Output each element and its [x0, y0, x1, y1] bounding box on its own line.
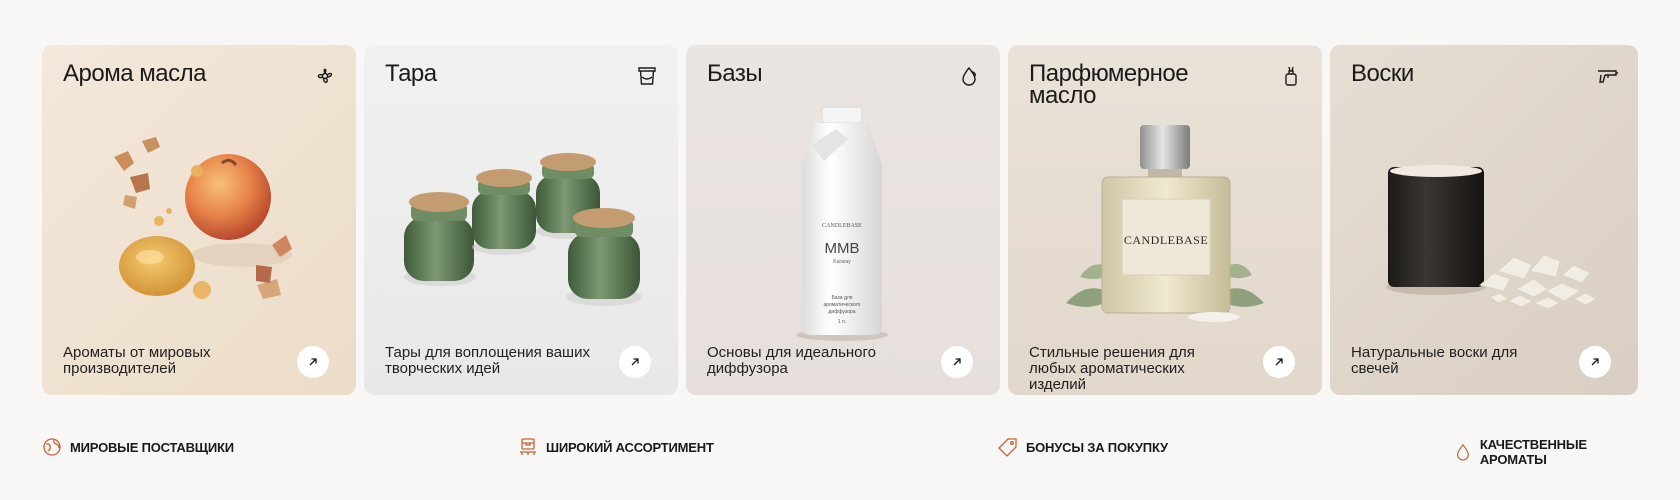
card-description: Ароматы от мировых производителей [63, 344, 211, 377]
feature-label: Бонусы за покупку [1026, 439, 1168, 455]
feature-label: Мировые поставщики [70, 439, 234, 455]
feature-purchase-bonuses: Бонусы за покупку [998, 437, 1168, 457]
features-bar: Мировые поставщики Широкий ассортимент Б… [42, 437, 1638, 467]
containers-illustration [404, 153, 642, 306]
arrow-up-right-icon [953, 358, 961, 366]
bottle-sub: Kuraray [833, 259, 851, 265]
feature-label: Качественные ароматы [1479, 437, 1587, 467]
category-card-containers[interactable]: Тара Тары для воплощения ваших творчески… [364, 45, 678, 395]
globe-icon [43, 438, 61, 456]
open-category-button[interactable] [1263, 346, 1295, 378]
card-title: Арома масла [63, 60, 206, 87]
feature-wide-range: Широкий ассортимент [518, 437, 714, 457]
category-card-perfume-oil[interactable]: CANDLEBASE Парфюмерное масло Стильные ре… [1008, 45, 1322, 395]
card-description: Основы для идеального диффузора [707, 344, 876, 377]
card-description: Натуральные воски для свечей [1351, 344, 1518, 377]
category-card-aroma-oils[interactable]: Арома масла Ароматы от мировых производи… [42, 45, 356, 395]
drop-icon [1456, 443, 1469, 461]
arrow-up-right-icon [309, 358, 317, 366]
drop-icon [962, 66, 976, 86]
open-category-button[interactable] [1579, 346, 1611, 378]
boxes-icon [520, 438, 536, 455]
jar-icon [638, 67, 656, 85]
category-cards: Арома масла Ароматы от мировых производи… [42, 45, 1638, 395]
card-title: Парфюмерное масло [1029, 60, 1189, 109]
category-card-waxes[interactable]: Воски Натуральные воски для свечей [1330, 45, 1638, 395]
bottle-volume: 1 л. [838, 319, 846, 325]
bottle-desc-1: База для [831, 295, 852, 301]
card-title: Воски [1351, 60, 1414, 87]
bases-illustration: CANDLEBASE MMB Kuraray База для ароматич… [796, 106, 888, 341]
category-card-bases[interactable]: CANDLEBASE MMB Kuraray База для ароматич… [686, 45, 1000, 395]
open-category-button[interactable] [619, 346, 651, 378]
card-description: Стильные решения для любых ароматических… [1029, 344, 1195, 393]
perfume-icon [1285, 66, 1297, 86]
open-category-button[interactable] [941, 346, 973, 378]
open-category-button[interactable] [297, 346, 329, 378]
waxes-illustration [1386, 165, 1597, 310]
flower-icon [317, 68, 333, 84]
wax-gun-icon [1598, 70, 1618, 83]
card-title: Тара [385, 60, 437, 87]
arrow-up-right-icon [631, 358, 639, 366]
arrow-up-right-icon [1275, 358, 1283, 366]
card-title: Базы [707, 60, 763, 87]
card-description: Тары для воплощения ваших творческих иде… [385, 344, 590, 377]
bottle-desc-2: ароматического [824, 302, 861, 308]
bottle-name: MMB [825, 240, 860, 257]
bottle-desc-3: диффузора [829, 309, 856, 315]
bottle-brand: CANDLEBASE [822, 223, 862, 229]
feature-label: Широкий ассортимент [546, 439, 714, 455]
tag-icon [998, 438, 1017, 457]
aroma-oils-illustration [114, 137, 292, 299]
feature-quality-aromas: Качественные ароматы [1454, 437, 1638, 467]
arrow-up-right-icon [1591, 358, 1599, 366]
perfume-brand: CANDLEBASE [1124, 233, 1208, 247]
feature-world-suppliers: Мировые поставщики [42, 437, 234, 457]
